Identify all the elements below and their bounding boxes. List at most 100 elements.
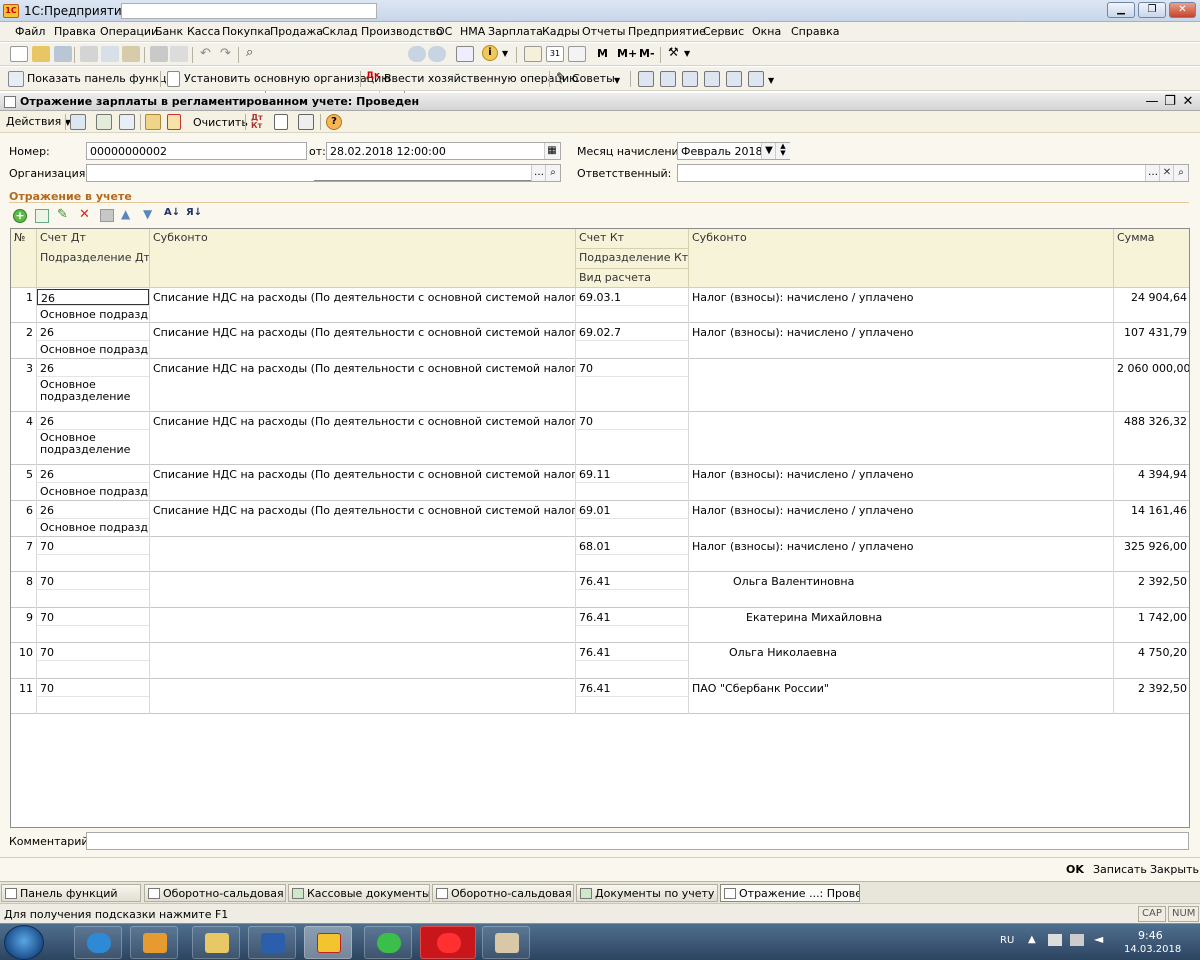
- account-dt-cell[interactable]: 26: [37, 289, 149, 305]
- account-kt-cell[interactable]: 76.41: [576, 680, 688, 697]
- menu-sale[interactable]: Продажа: [270, 25, 323, 38]
- minimize-button[interactable]: ▁: [1107, 2, 1135, 18]
- report-icon[interactable]: [682, 71, 698, 87]
- sum-cell[interactable]: 488 326,32: [1114, 413, 1189, 430]
- entries-table[interactable]: № Счет Дт Подразделение Дт Субконто Счет…: [10, 228, 1190, 828]
- subkonto-kt-cell[interactable]: [689, 360, 1113, 364]
- account-kt-cell[interactable]: 69.01: [576, 502, 688, 519]
- dept-dt-cell[interactable]: [37, 697, 149, 701]
- calendar-icon[interactable]: ▦: [544, 143, 559, 159]
- find-next-icon[interactable]: [408, 46, 426, 62]
- account-dt-cell[interactable]: 70: [37, 573, 149, 590]
- find-prev-icon[interactable]: [428, 46, 446, 62]
- chevron-down-icon[interactable]: ▼: [614, 76, 620, 85]
- window-tab-salary-reflection[interactable]: Отражение ...: Проведен: [720, 884, 860, 902]
- account-kt-cell[interactable]: 70: [576, 413, 688, 430]
- menu-file[interactable]: Файл: [15, 25, 45, 38]
- dept-dt-cell[interactable]: Основное подразд...: [37, 341, 149, 358]
- tools-icon[interactable]: ⚒: [668, 45, 679, 59]
- menu-nma[interactable]: НМА: [460, 25, 485, 38]
- window-tab-cash-docs[interactable]: Кассовые документы: [288, 884, 430, 902]
- col-dept-kt-header[interactable]: Подразделение Кт: [576, 249, 689, 269]
- menu-enterprise[interactable]: Предприятие: [628, 25, 706, 38]
- sum-cell[interactable]: 4 394,94: [1114, 466, 1189, 483]
- actions-menu[interactable]: Действия ▼: [6, 115, 71, 128]
- sum-cell[interactable]: 107 431,79: [1114, 324, 1189, 341]
- dept-dt-cell[interactable]: [37, 626, 149, 630]
- dept-dt-cell[interactable]: Основное подразд...: [37, 306, 149, 323]
- menu-windows[interactable]: Окна: [752, 25, 781, 38]
- menu-service[interactable]: Сервис: [703, 25, 744, 38]
- subkonto-kt-cell[interactable]: Налог (взносы): начислено / уплачено: [689, 324, 1113, 341]
- subkonto-kt-cell[interactable]: [689, 413, 1113, 417]
- subkonto-dt-cell[interactable]: [150, 680, 575, 684]
- subkonto-kt-cell[interactable]: Налог (взносы): начислено / уплачено: [689, 466, 1113, 483]
- select-button[interactable]: …: [531, 165, 546, 181]
- subkonto-kt-cell[interactable]: Ольга Валентиновна: [689, 573, 1113, 590]
- save-button[interactable]: Записать: [1093, 863, 1147, 876]
- clock-date[interactable]: 14.03.2018: [1124, 944, 1181, 955]
- memory-minus-button[interactable]: M-: [639, 47, 655, 60]
- memory-m-button[interactable]: M: [597, 47, 608, 60]
- chevron-down-icon[interactable]: ▼: [768, 76, 774, 85]
- subkonto-kt-cell[interactable]: Налог (взносы): начислено / уплачено: [689, 538, 1113, 555]
- menu-reports[interactable]: Отчеты: [582, 25, 625, 38]
- fill-select-icon[interactable]: [167, 114, 181, 130]
- window-tab-salary-docs[interactable]: Документы по учету з...: [576, 884, 718, 902]
- table-row[interactable]: 10 70 76.41 Ольга Николаевна 4 750,20: [11, 643, 1189, 679]
- taskbar-explorer[interactable]: [192, 926, 240, 959]
- close-button[interactable]: Закрыть: [1150, 863, 1199, 876]
- col-account-dt-header[interactable]: Счет Дт: [37, 229, 150, 249]
- table-row[interactable]: 9 70 76.41 Екатерина Михайловна 1 742,00: [11, 608, 1189, 643]
- table-row[interactable]: 7 70 68.01 Налог (взносы): начислено / упла…: [11, 537, 1189, 572]
- menu-edit[interactable]: Правка: [54, 25, 96, 38]
- edit-icon[interactable]: ✎: [57, 207, 68, 222]
- table-row[interactable]: 6 26 Основное подразд... Списание НДС на ра…: [11, 501, 1189, 537]
- close-window-button[interactable]: ✕: [1169, 2, 1196, 18]
- search-icon[interactable]: ⌕: [545, 165, 560, 181]
- spin-icon[interactable]: ▲ ▼: [775, 143, 790, 159]
- taskbar-media[interactable]: [130, 926, 178, 959]
- report-icon[interactable]: [748, 71, 764, 87]
- sum-cell[interactable]: 4 750,20: [1114, 644, 1189, 661]
- dept-dt-cell[interactable]: Основное подразделение: [37, 377, 149, 405]
- clock-time[interactable]: 9:46: [1138, 929, 1163, 942]
- col-number-header[interactable]: №: [11, 229, 37, 288]
- info-icon[interactable]: i: [482, 45, 498, 61]
- table-row[interactable]: 2 26 Основное подразд... Списание НДС на ра…: [11, 323, 1189, 359]
- copy-icon[interactable]: [101, 46, 119, 62]
- flag-icon[interactable]: [1048, 934, 1062, 946]
- account-kt-cell[interactable]: 69.02.7: [576, 324, 688, 341]
- account-dt-cell[interactable]: 70: [37, 680, 149, 697]
- report-icon[interactable]: [660, 71, 676, 87]
- network-icon[interactable]: [1070, 934, 1084, 946]
- col-subkonto-kt-header[interactable]: Субконто: [689, 229, 1114, 288]
- doc-minimize-button[interactable]: —: [1144, 94, 1160, 109]
- menu-hr[interactable]: Кадры: [542, 25, 580, 38]
- save-icon[interactable]: [54, 46, 72, 62]
- dept-dt-cell[interactable]: Основное подразделение: [37, 430, 149, 458]
- sort-asc-icon[interactable]: A↓: [164, 207, 180, 218]
- subkonto-dt-cell[interactable]: [150, 644, 575, 648]
- subkonto-dt-cell[interactable]: Списание НДС на расходы (По деятельности…: [150, 466, 575, 483]
- memory-plus-button[interactable]: M+: [617, 47, 637, 60]
- copy-doc-icon[interactable]: [119, 114, 135, 130]
- account-dt-cell[interactable]: 26: [37, 413, 149, 430]
- undo-icon[interactable]: ↶: [200, 46, 211, 61]
- post-icon[interactable]: [70, 114, 86, 130]
- subkonto-dt-cell[interactable]: Списание НДС на расходы (По деятельности…: [150, 360, 575, 377]
- taskbar-paint[interactable]: [482, 926, 530, 959]
- sum-cell[interactable]: 2 392,50: [1114, 573, 1189, 590]
- report-icon[interactable]: [704, 71, 720, 87]
- subkonto-kt-cell[interactable]: Екатерина Михайловна: [689, 609, 1113, 626]
- dept-dt-cell[interactable]: [37, 661, 149, 665]
- menu-help[interactable]: Справка: [791, 25, 839, 38]
- sum-cell[interactable]: 24 904,64: [1114, 289, 1189, 306]
- windows-icon[interactable]: [456, 46, 474, 62]
- sum-cell[interactable]: 2 060 000,00: [1114, 360, 1189, 377]
- clear-icon[interactable]: ✕: [1159, 165, 1174, 181]
- subkonto-kt-cell[interactable]: ПАО "Сбербанк России": [689, 680, 1113, 697]
- paste-icon[interactable]: [122, 46, 140, 62]
- sum-cell[interactable]: 325 926,00: [1114, 538, 1189, 555]
- select-button[interactable]: …: [1145, 165, 1160, 181]
